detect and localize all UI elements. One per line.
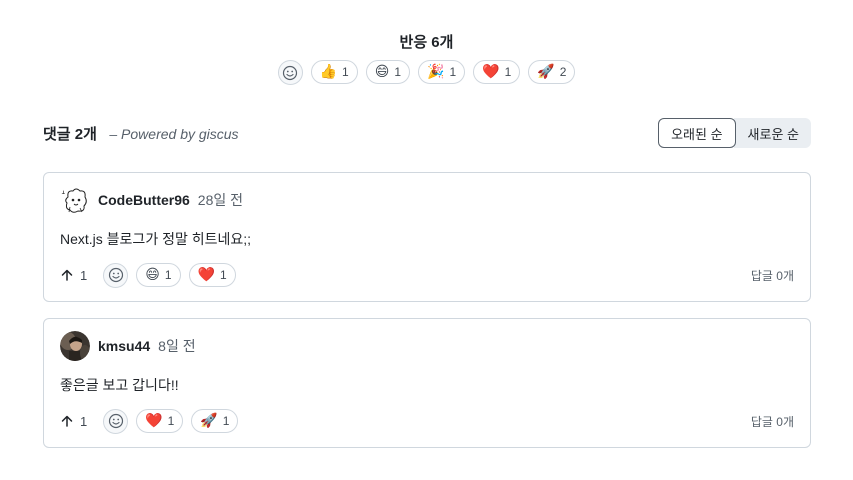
- reaction-rocket[interactable]: 🚀 1: [191, 409, 239, 433]
- upvote-button[interactable]: 1: [60, 414, 87, 429]
- laugh-icon: 😄: [374, 64, 390, 80]
- reaction-count: 1: [219, 268, 227, 282]
- reaction-count: 1: [504, 65, 512, 79]
- reaction-count: 1: [164, 268, 172, 282]
- sort-newest-button[interactable]: 새로운 순: [733, 118, 811, 148]
- comment-body: Next.js 블로그가 정말 히트네요;;: [60, 231, 252, 247]
- comment-body: 좋은글 보고 갑니다!!: [60, 377, 179, 393]
- upvote-count: 1: [80, 267, 88, 283]
- comment-time[interactable]: 28일 전: [198, 190, 243, 210]
- comment-footer: 1 😄 1 ❤️ 1 답글 0개: [60, 262, 794, 288]
- reaction-count: 1: [449, 65, 457, 79]
- smiley-icon: [108, 267, 123, 283]
- comment-reactions: ❤️ 1 🚀 1: [103, 408, 239, 434]
- reaction-heart[interactable]: ❤️ 1: [473, 60, 521, 84]
- laugh-icon: 😄: [145, 267, 160, 283]
- comment-header: 1 CodeButter96 28일 전: [60, 185, 243, 215]
- reaction-bar: 👍 1 😄 1 🎉 1 ❤️ 1 🚀 2: [0, 60, 853, 85]
- reaction-count: 2: [559, 65, 567, 79]
- heart-icon: ❤️: [197, 267, 215, 283]
- add-reaction-button[interactable]: [277, 60, 303, 85]
- arrow-up-icon: [61, 269, 73, 281]
- reaction-thumbs-up[interactable]: 👍 1: [310, 60, 358, 84]
- reply-count: 답글 0개: [750, 414, 794, 429]
- rocket-icon: 🚀: [200, 413, 218, 429]
- sort-toggle: 오래된 순 새로운 순: [658, 118, 811, 148]
- smiley-icon: [108, 413, 123, 429]
- rocket-icon: 🚀: [537, 64, 555, 80]
- reaction-count: 1: [342, 65, 349, 79]
- reaction-count: 1: [394, 65, 402, 79]
- reaction-count: 1: [222, 414, 230, 428]
- comment-card: kmsu44 8일 전 좋은글 보고 갑니다!! 1 ❤️ 1 🚀 1 답글 0…: [43, 318, 811, 448]
- comment-header: kmsu44 8일 전: [60, 331, 196, 361]
- arrow-up-icon: [61, 415, 73, 427]
- avatar[interactable]: 1: [60, 185, 90, 215]
- reaction-laugh[interactable]: 😄 1: [136, 263, 181, 287]
- reactions-title: 반응 6개: [399, 34, 454, 51]
- smiley-icon: [282, 65, 298, 80]
- comments-header: 댓글 2개 – Powered by giscus 오래된 순 새로운 순: [43, 118, 811, 148]
- reaction-rocket[interactable]: 🚀 2: [528, 60, 576, 84]
- reaction-heart[interactable]: ❤️ 1: [136, 409, 184, 433]
- powered-by-giscus[interactable]: – Powered by giscus: [109, 126, 238, 142]
- comment-author[interactable]: CodeButter96: [98, 192, 190, 208]
- comment-author[interactable]: kmsu44: [98, 338, 150, 354]
- comments-title-group: 댓글 2개 – Powered by giscus: [43, 123, 239, 144]
- add-reaction-button[interactable]: [103, 262, 129, 288]
- comments-count-title: 댓글 2개: [43, 125, 97, 143]
- upvote-button[interactable]: 1: [60, 268, 87, 283]
- hooray-icon: 🎉: [427, 64, 445, 80]
- comment-reactions: 😄 1 ❤️ 1: [103, 262, 236, 288]
- reaction-count: 1: [167, 414, 175, 428]
- heart-icon: ❤️: [145, 413, 163, 429]
- sort-oldest-button[interactable]: 오래된 순: [658, 118, 736, 148]
- thumbs-up-icon: 👍: [319, 64, 338, 80]
- avatar[interactable]: [60, 331, 90, 361]
- svg-text:1: 1: [61, 188, 65, 196]
- reaction-heart[interactable]: ❤️ 1: [188, 263, 236, 287]
- reaction-laugh[interactable]: 😄 1: [365, 60, 411, 84]
- comment-card: 1 CodeButter96 28일 전 Next.js 블로그가 정말 히트네…: [43, 172, 811, 302]
- comment-footer: 1 ❤️ 1 🚀 1 답글 0개: [60, 408, 794, 434]
- add-reaction-button[interactable]: [103, 408, 129, 434]
- comment-time[interactable]: 8일 전: [158, 336, 195, 356]
- giscus-comments-widget: 반응 6개 👍 1 😄 1 🎉 1 ❤️ 1 🚀 2 댓글 2개 – Power…: [0, 0, 853, 480]
- upvote-count: 1: [80, 413, 88, 429]
- reply-count: 답글 0개: [750, 268, 794, 283]
- heart-icon: ❤️: [482, 64, 500, 80]
- reaction-hooray[interactable]: 🎉 1: [418, 60, 466, 84]
